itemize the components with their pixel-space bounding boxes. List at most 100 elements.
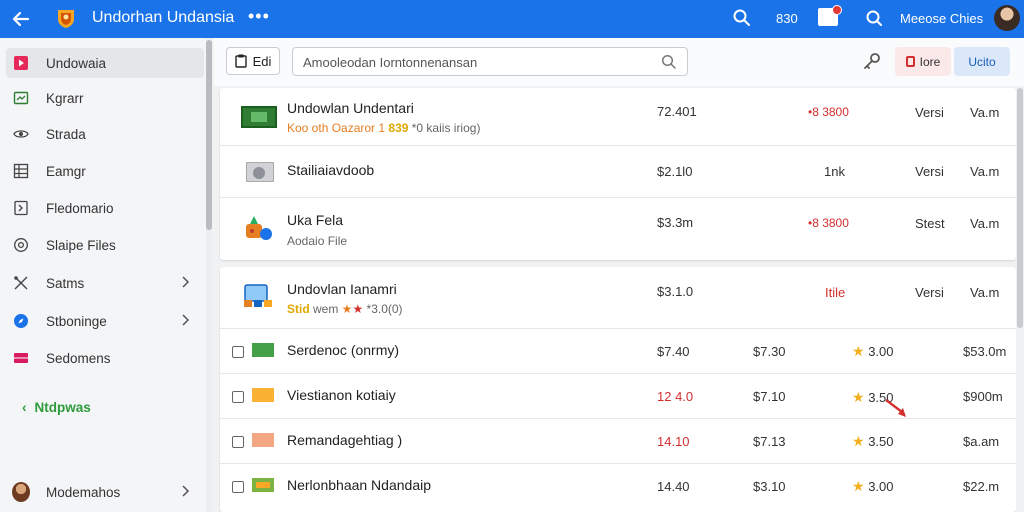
row-price-alt: $7.10 — [753, 389, 786, 404]
table-row[interactable]: Serdenoc (onrmy) $7.40 $7.30 ★ 3.00 $53.… — [220, 329, 1016, 374]
row-checkbox[interactable] — [232, 436, 244, 448]
item-count: 830 — [776, 11, 798, 26]
list-item[interactable]: Stailiaiavdoob $2.1l0 1nk Versi Va.m — [220, 146, 1016, 198]
sidebar-item-label: Stboninge — [46, 313, 107, 329]
app-title: Undorhan Undansia — [92, 9, 235, 26]
item-subtitle: Koo oth Oazaror 1 839 *0 kaiis iriog) — [287, 121, 480, 135]
chevron-right-icon — [178, 275, 192, 289]
sidebar-item-stboninge[interactable]: Stboninge — [6, 306, 204, 336]
sidebar-item-label: Eamgr — [46, 163, 86, 179]
results-card-secondary: Undovlan Ianamri Stid wem ★★ *3.0(0) $3.… — [220, 267, 1016, 512]
eye-icon — [12, 125, 30, 143]
sidebar-item-eamgr[interactable]: Eamgr — [6, 156, 204, 186]
item-badge: Itile — [825, 285, 846, 300]
row-total: $a.am — [963, 434, 1000, 449]
sidebar-item-label: Sedomens — [46, 350, 111, 366]
document-icon — [12, 199, 30, 217]
account-search-icon[interactable] — [864, 8, 884, 28]
edit-button-label: Edi — [252, 53, 272, 69]
item-subtitle-highlight: Stid — [287, 302, 313, 316]
star-icon: ★ — [852, 478, 865, 494]
star-icon: ★ — [852, 389, 865, 405]
item-size: Va.m — [970, 105, 1000, 120]
notification-icon[interactable] — [818, 5, 842, 26]
row-price: 14.40 — [657, 479, 690, 494]
row-title: Serdenoc (onrmy) — [287, 342, 400, 358]
app-logo-icon — [54, 6, 78, 30]
row-checkbox[interactable] — [232, 481, 244, 493]
row-total: $53.0m — [963, 344, 1007, 359]
item-size: Va.m — [970, 164, 1000, 179]
play-icon — [12, 54, 30, 72]
avatar — [12, 482, 30, 502]
item-title: Undovlan Ianamri — [287, 281, 397, 297]
row-title: Viestianon kotiaiy — [287, 387, 396, 403]
star-icon: ★ — [352, 302, 364, 316]
sidebar-item-kgrarr[interactable]: Kgrarr — [6, 83, 204, 113]
item-badge: •8 3800 — [808, 105, 849, 119]
list-item[interactable]: Undowlan Undentari Koo oth Oazaror 1 839… — [220, 88, 1016, 146]
compass-icon — [12, 312, 30, 330]
sidebar-item-slaipe-files[interactable]: Slaipe Files — [6, 230, 204, 260]
row-rating-value: 3.00 — [868, 344, 894, 359]
content-scrollbar[interactable] — [1016, 86, 1024, 512]
row-title: Nerlonbhaan Ndandaip — [287, 477, 431, 493]
sidebar-footer-account[interactable]: Modemahos — [6, 477, 204, 507]
film-icon — [12, 349, 30, 367]
sidebar-link-ntdpwas[interactable]: ‹ Ntdpwas — [22, 400, 91, 415]
row-thumbnail — [252, 478, 274, 492]
item-badge: 1nk — [824, 164, 845, 179]
user-avatar[interactable] — [994, 5, 1020, 31]
row-thumbnail — [252, 433, 274, 447]
sidebar-item-label: Kgrarr — [46, 90, 84, 106]
list-item[interactable]: Uka Fela Aodaio File $3.3m •8 3800 Stest… — [220, 198, 1016, 260]
list-item[interactable]: Undovlan Ianamri Stid wem ★★ *3.0(0) $3.… — [220, 267, 1016, 329]
sidebar-item-sedomens[interactable]: Sedomens — [6, 343, 204, 373]
search-icon[interactable] — [661, 54, 677, 70]
sidebar-link-label: Ntdpwas — [34, 400, 91, 415]
item-thumbnail — [246, 162, 274, 182]
item-version: Stest — [915, 216, 945, 231]
item-subtitle: Stid wem ★★ *3.0(0) — [287, 302, 403, 316]
item-title: Stailiaiavdoob — [287, 162, 375, 178]
back-arrow-icon[interactable] — [8, 6, 34, 32]
item-title: Uka Fela — [287, 212, 344, 228]
edit-button[interactable]: Edi — [226, 47, 280, 75]
sidebar-scrollbar-thumb[interactable] — [206, 40, 212, 230]
blue-action-button[interactable]: Ucito — [954, 47, 1010, 76]
item-subtitle-suffix: *3.0(0) — [363, 302, 403, 316]
sidebar-item-fledomario[interactable]: Fledomario — [6, 193, 204, 223]
key-icon[interactable] — [862, 51, 882, 71]
search-input[interactable] — [303, 53, 653, 71]
content-scrollbar-thumb[interactable] — [1017, 88, 1023, 328]
chevron-right-icon — [178, 484, 192, 498]
sidebar-footer-label: Modemahos — [46, 484, 121, 500]
more-options-icon[interactable]: ••• — [248, 6, 270, 27]
folder-app-icon — [242, 283, 274, 309]
row-checkbox[interactable] — [232, 346, 244, 358]
red-action-button[interactable]: Iore — [895, 47, 951, 76]
sidebar-item-satms[interactable]: Satms — [6, 268, 204, 298]
sidebar-item-undowaia[interactable]: Undowaia — [6, 48, 204, 78]
row-rating-value: 3.50 — [868, 434, 894, 449]
item-subtitle-middle: wem — [313, 302, 342, 316]
table-row[interactable]: Remandagehtiag ) 14.10 $7.13 ★ 3.50 $a.a… — [220, 419, 1016, 464]
record-icon — [905, 56, 915, 67]
item-price: $3.3m — [657, 215, 694, 230]
table-row[interactable]: Nerlonbhaan Ndandaip 14.40 $3.10 ★ 3.00 … — [220, 464, 1016, 512]
item-subtitle-highlight: 839 — [388, 121, 409, 135]
row-checkbox[interactable] — [232, 391, 244, 403]
sidebar-item-strada[interactable]: Strada — [6, 119, 204, 149]
row-rating-value: 3.00 — [868, 479, 894, 494]
sidebar-item-label: Strada — [46, 126, 86, 142]
item-size: Va.m — [970, 285, 1000, 300]
notification-badge — [832, 5, 842, 15]
username[interactable]: Meeose Chies — [900, 11, 983, 26]
star-icon: ★ — [852, 433, 865, 449]
row-total: $900m — [963, 389, 1003, 404]
search-icon[interactable] — [732, 8, 752, 28]
item-price: 72.401 — [657, 104, 697, 119]
row-price-value: 14.10 — [657, 434, 690, 449]
search-box[interactable] — [292, 47, 688, 76]
table-row[interactable]: Viestianon kotiaiy 12 4.0 $7.10 ★ 3.50 $… — [220, 374, 1016, 419]
